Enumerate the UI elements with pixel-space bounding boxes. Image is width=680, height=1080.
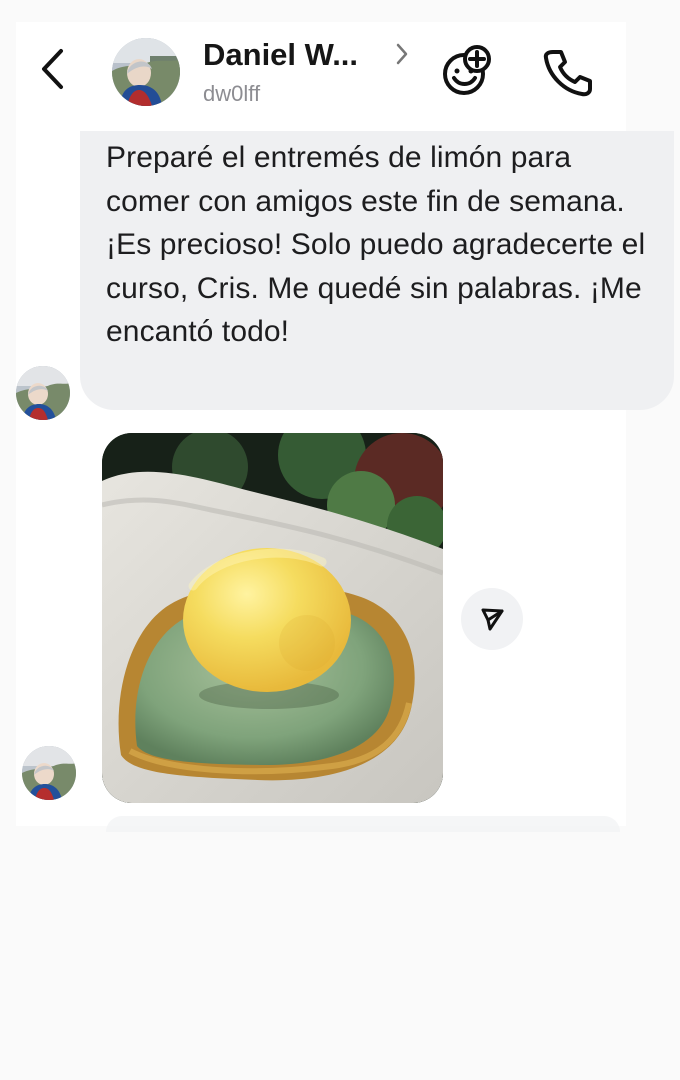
share-button[interactable] — [461, 588, 523, 650]
profile-chevron[interactable] — [393, 42, 411, 66]
chevron-left-icon — [42, 49, 63, 89]
contact-username: dw0lff — [203, 81, 261, 106]
contact-name[interactable]: Daniel W... — [203, 37, 358, 73]
contact-avatar[interactable] — [112, 38, 180, 106]
sender-avatar-image — [22, 746, 76, 800]
sender-avatar-image — [16, 366, 70, 420]
back-button[interactable] — [36, 45, 70, 93]
emoji-add-icon — [443, 45, 491, 95]
chat-header: Daniel W... dw0lff — [16, 22, 626, 128]
call-button[interactable] — [540, 44, 594, 98]
sender-avatar[interactable] — [16, 366, 70, 420]
phone-icon — [543, 50, 592, 97]
received-message-bubble[interactable]: Preparé el entremés de limón para comer … — [80, 131, 674, 410]
contact-avatar-image — [112, 38, 180, 106]
chevron-right-icon — [396, 43, 408, 65]
direct-message-screen: Daniel W... dw0lff Preparé el entremés d… — [0, 0, 680, 1080]
message-text: Preparé el entremés de limón para comer … — [106, 141, 646, 348]
lemon-dessert-photo[interactable] — [102, 433, 443, 803]
sender-avatar[interactable] — [22, 746, 76, 800]
lemon-dessert-image — [102, 433, 443, 803]
reaction-button[interactable] — [439, 44, 493, 98]
share-icon — [481, 608, 504, 631]
next-message-preview — [106, 816, 620, 832]
